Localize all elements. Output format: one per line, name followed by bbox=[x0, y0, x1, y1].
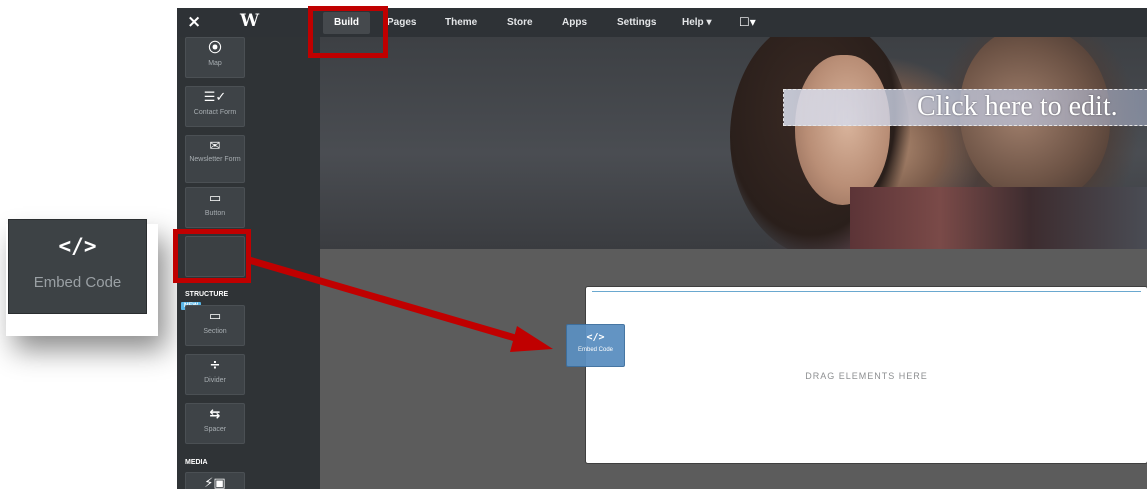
sidebar-item-label: Contact Form bbox=[193, 109, 237, 116]
nav-theme[interactable]: Theme bbox=[445, 17, 477, 28]
section-icon: ▭ bbox=[208, 309, 222, 324]
hero-title-editable[interactable]: Click here to edit. bbox=[783, 89, 1147, 126]
weebly-logo: W bbox=[240, 11, 260, 31]
media-heading: MEDIA bbox=[185, 459, 208, 466]
code-icon: </> bbox=[58, 234, 97, 258]
sidebar-item-label: Newsletter Form bbox=[189, 156, 241, 163]
sidebar-item-button[interactable]: ▭ Button bbox=[185, 187, 245, 228]
spacer-icon: ⇆ bbox=[209, 407, 221, 422]
sidebar-item-contact-form[interactable]: ☰✓ Contact Form bbox=[185, 86, 245, 127]
button-icon: ▭ bbox=[208, 191, 222, 206]
sidebar-item-map[interactable]: ⦿ Map bbox=[185, 37, 245, 78]
hero-image: Click here to edit. bbox=[320, 37, 1147, 249]
sidebar-item-label: Spacer bbox=[203, 426, 227, 433]
sidebar-item-label: Section bbox=[203, 328, 227, 335]
nav-store[interactable]: Store bbox=[507, 17, 533, 28]
sidebar-item-media[interactable]: ⚡▣ bbox=[185, 472, 245, 489]
contact-form-icon: ☰✓ bbox=[203, 90, 227, 105]
nav-apps[interactable]: Apps bbox=[562, 17, 587, 28]
embed-code-highlight-box bbox=[173, 229, 251, 283]
drop-indicator-line bbox=[592, 291, 1141, 292]
sidebar-item-divider[interactable]: ÷ Divider bbox=[185, 354, 245, 395]
nav-settings[interactable]: Settings bbox=[617, 17, 656, 28]
build-highlight-box bbox=[308, 6, 388, 58]
device-preview-icon[interactable]: ☐▾ bbox=[739, 15, 756, 29]
nav-help[interactable]: Help ▾ bbox=[682, 17, 711, 28]
nav-pages[interactable]: Pages bbox=[387, 17, 416, 28]
drop-zone-text: DRAG ELEMENTS HERE bbox=[805, 371, 928, 381]
map-pin-icon: ⦿ bbox=[208, 41, 222, 56]
drop-zone[interactable]: DRAG ELEMENTS HERE bbox=[586, 287, 1147, 463]
hero-photo-clothing bbox=[850, 187, 1147, 249]
sidebar-item-section[interactable]: ▭ Section bbox=[185, 305, 245, 346]
drag-tile-label: Embed Code bbox=[577, 347, 614, 353]
hero-title-text: Click here to edit. bbox=[917, 91, 1118, 122]
editor-window: × W Build Pages Theme Store Apps Setting… bbox=[177, 8, 1147, 489]
hero-photo-woman bbox=[795, 55, 890, 205]
callout-label: Embed Code bbox=[33, 274, 122, 291]
embed-code-callout: </> Embed Code bbox=[8, 219, 147, 314]
sidebar-item-label: Map bbox=[208, 60, 222, 67]
divider-icon: ÷ bbox=[209, 358, 221, 373]
sidebar-item-label: Button bbox=[204, 210, 226, 217]
code-icon: </> bbox=[586, 332, 605, 343]
dragged-embed-code-tile[interactable]: </> Embed Code bbox=[566, 324, 625, 367]
sidebar-item-spacer[interactable]: ⇆ Spacer bbox=[185, 403, 245, 444]
close-icon[interactable]: × bbox=[187, 12, 201, 32]
media-icon: ⚡▣ bbox=[204, 476, 226, 489]
sidebar-item-label: Divider bbox=[204, 377, 226, 384]
envelope-icon: ✉ bbox=[209, 139, 221, 154]
sidebar-item-newsletter-form[interactable]: ✉ Newsletter Form bbox=[185, 135, 245, 183]
structure-heading: STRUCTURE bbox=[185, 291, 229, 298]
